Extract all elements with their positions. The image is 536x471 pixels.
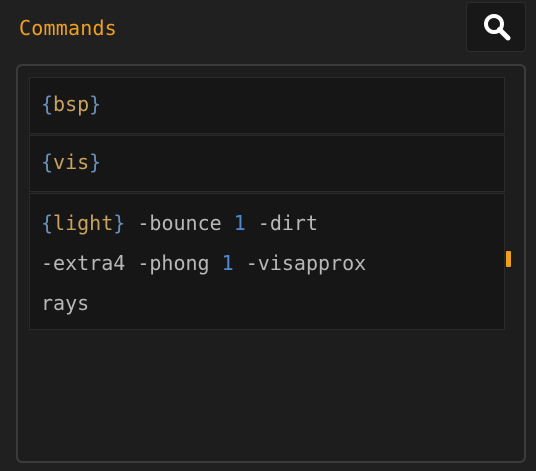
- arg-bounce-value: 1: [233, 211, 246, 235]
- command-item-light[interactable]: {light} -bounce 1 -dirt -extra4 -phong 1 …: [29, 193, 505, 330]
- command-name: vis: [53, 150, 90, 174]
- command-item-vis[interactable]: {vis}: [29, 135, 505, 192]
- command-brace-close: }: [89, 150, 102, 174]
- arg-visapprox: -visapprox: [245, 251, 367, 275]
- command-item-bsp[interactable]: {bsp}: [29, 77, 505, 134]
- command-name: light: [53, 211, 114, 235]
- arg-extra: -extra4: [41, 251, 126, 275]
- command-brace-close: }: [113, 211, 126, 235]
- arg-phong-value: 1: [221, 251, 234, 275]
- command-brace-open: {: [41, 92, 54, 116]
- arg-dirt: -dirt: [257, 211, 319, 235]
- command-brace-open: {: [41, 150, 54, 174]
- search-icon: [484, 14, 511, 41]
- command-brace-open: {: [41, 211, 54, 235]
- arg-phong: -phong: [137, 251, 210, 275]
- command-brace-close: }: [89, 92, 102, 116]
- arg-bounce: -bounce: [137, 211, 222, 235]
- scroll-marker[interactable]: [506, 251, 511, 267]
- search-button[interactable]: [466, 2, 526, 52]
- arg-visapprox-value: rays: [41, 291, 90, 315]
- command-name: bsp: [53, 92, 90, 116]
- panel-title: Commands: [19, 16, 117, 40]
